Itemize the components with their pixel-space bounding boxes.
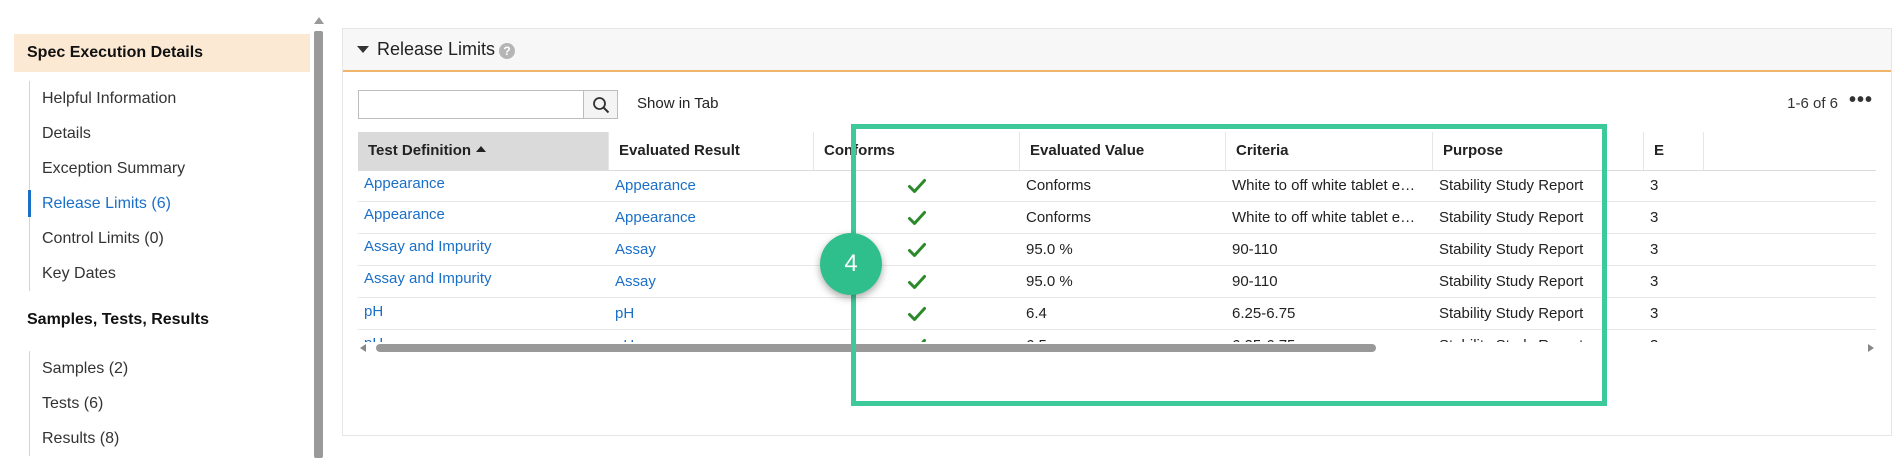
sidebar-item-control-limits[interactable]: Control Limits (0) bbox=[30, 221, 185, 256]
sidebar-scrollbar[interactable] bbox=[312, 17, 324, 458]
cell-evaluated-value: Conforms bbox=[1026, 209, 1092, 226]
cell-conforms bbox=[814, 202, 1020, 234]
cell-evaluated-result[interactable]: pH bbox=[609, 298, 814, 330]
cell-evaluated-value: 6.5 bbox=[1020, 330, 1226, 342]
cell-e: 3 bbox=[1650, 273, 1659, 290]
cell-evaluated-result[interactable]: Assay bbox=[609, 266, 814, 298]
cell-purpose: Stability Study Report bbox=[1439, 241, 1584, 258]
horizontal-scroll-thumb[interactable] bbox=[376, 344, 1376, 352]
table-row[interactable]: pHpH 6.56.25-6.75 Stability Study Report3 bbox=[358, 330, 1876, 342]
cell-conforms bbox=[814, 330, 1020, 342]
cell-e: 3 bbox=[1650, 177, 1659, 194]
help-icon[interactable]: ? bbox=[499, 43, 515, 59]
table-row[interactable]: Assay and Impurity Assay 95.0 % 90-110 Stabi… bbox=[358, 266, 1876, 298]
step-badge: 4 bbox=[820, 233, 882, 295]
column-header-evaluated-result[interactable]: Evaluated Result bbox=[609, 132, 814, 170]
cell-test-definition[interactable]: Assay and Impurity bbox=[358, 263, 609, 295]
pagination-label: 1-6 of 6 bbox=[1787, 95, 1838, 112]
cell-test-definition[interactable]: pH bbox=[358, 296, 609, 328]
panel-header: Release Limits ? bbox=[343, 29, 1891, 72]
check-icon bbox=[908, 241, 926, 258]
column-header-evaluated-value[interactable]: Evaluated Value bbox=[1020, 132, 1226, 170]
caret-down-icon[interactable] bbox=[357, 46, 369, 53]
cell-criteria: 90-110 bbox=[1232, 241, 1278, 258]
cell-evaluated-result[interactable]: Appearance bbox=[609, 170, 814, 202]
cell-test-definition[interactable]: Appearance bbox=[358, 168, 609, 200]
sidebar: Spec Execution Details Helpful Informati… bbox=[0, 0, 330, 458]
cell-e: 3 bbox=[1650, 209, 1659, 226]
cell-purpose: Stability Study Report bbox=[1433, 330, 1644, 342]
cell-evaluated-value: Conforms bbox=[1026, 177, 1092, 194]
horizontal-scrollbar[interactable] bbox=[358, 342, 1876, 354]
column-header-criteria[interactable]: Criteria bbox=[1226, 132, 1433, 170]
cell-e: 3 bbox=[1650, 305, 1659, 322]
sidebar-header[interactable]: Spec Execution Details bbox=[14, 34, 310, 72]
scroll-right-icon[interactable] bbox=[1868, 344, 1874, 352]
check-icon bbox=[908, 273, 926, 290]
cell-purpose: Stability Study Report bbox=[1439, 305, 1584, 322]
scroll-left-icon[interactable] bbox=[360, 344, 366, 352]
column-header-e[interactable]: E bbox=[1644, 132, 1704, 170]
show-in-tab-link[interactable]: Show in Tab bbox=[637, 95, 718, 112]
cell-e: 3 bbox=[1644, 330, 1704, 342]
cell-evaluated-value: 6.4 bbox=[1026, 305, 1047, 322]
scroll-up-icon[interactable] bbox=[314, 17, 324, 24]
cell-criteria: White to off white tablet emboss... bbox=[1232, 177, 1426, 194]
sidebar-item-samples[interactable]: Samples (2) bbox=[30, 351, 128, 386]
table-row[interactable]: Appearance Appearance Conforms White to off… bbox=[358, 170, 1876, 202]
cell-purpose: Stability Study Report bbox=[1439, 177, 1584, 194]
search-input[interactable] bbox=[358, 90, 583, 119]
sidebar-item-key-dates[interactable]: Key Dates bbox=[30, 256, 185, 291]
sidebar-item-exception-summary[interactable]: Exception Summary bbox=[30, 151, 185, 186]
cell-conforms bbox=[814, 298, 1020, 330]
cell-criteria: 6.25-6.75 bbox=[1226, 330, 1426, 342]
panel-title: Release Limits bbox=[377, 39, 496, 59]
table-row[interactable]: Appearance Appearance Conforms White to off… bbox=[358, 202, 1876, 234]
cell-criteria: White to off white tablet emboss... bbox=[1232, 209, 1426, 226]
check-icon bbox=[908, 209, 926, 226]
cell-test-definition[interactable]: pH bbox=[358, 328, 609, 342]
table-header: Test Definition Evaluated Result Conform… bbox=[358, 132, 1876, 171]
cell-evaluated-result[interactable]: pH bbox=[609, 330, 814, 342]
cell-purpose: Stability Study Report bbox=[1439, 209, 1584, 226]
sidebar-item-helpful-information[interactable]: Helpful Information bbox=[30, 81, 185, 116]
cell-e: 3 bbox=[1650, 241, 1659, 258]
more-icon[interactable]: ••• bbox=[1849, 89, 1873, 112]
sidebar-nav: Helpful Information Details Exception Su… bbox=[27, 81, 185, 291]
check-icon bbox=[908, 305, 926, 322]
sidebar-nav-2: Samples (2) Tests (6) Results (8) bbox=[29, 351, 128, 456]
cell-conforms bbox=[814, 170, 1020, 202]
cell-evaluated-result[interactable]: Assay bbox=[609, 234, 814, 266]
cell-evaluated-value: 95.0 % bbox=[1026, 273, 1073, 290]
table-row[interactable]: Assay and Impurity Assay 95.0 % 90-110 Stabi… bbox=[358, 234, 1876, 266]
sidebar-item-details[interactable]: Details bbox=[30, 116, 185, 151]
table-row[interactable]: pH pH 6.4 6.25-6.75 Stability Study Report 3 bbox=[358, 298, 1876, 330]
column-header-test-definition[interactable]: Test Definition bbox=[358, 132, 609, 170]
sidebar-item-tests[interactable]: Tests (6) bbox=[30, 386, 128, 421]
cell-criteria: 6.25-6.75 bbox=[1232, 305, 1296, 322]
cell-evaluated-value: 95.0 % bbox=[1026, 241, 1073, 258]
column-header-conforms[interactable]: Conforms bbox=[814, 132, 1020, 170]
sidebar-item-results[interactable]: Results (8) bbox=[30, 421, 128, 456]
release-limits-panel: Release Limits ? Show in Tab 1-6 of 6 ••… bbox=[342, 28, 1892, 436]
sort-ascending-icon bbox=[476, 146, 487, 153]
check-icon bbox=[908, 177, 926, 194]
scroll-thumb[interactable] bbox=[314, 31, 323, 458]
cell-criteria: 90-110 bbox=[1232, 273, 1278, 290]
search-icon bbox=[593, 97, 610, 114]
cell-test-definition[interactable]: Assay and Impurity bbox=[358, 231, 609, 263]
search-button[interactable] bbox=[583, 90, 618, 119]
sidebar-item-release-limits[interactable]: Release Limits (6) bbox=[27, 186, 185, 221]
cell-purpose: Stability Study Report bbox=[1439, 273, 1584, 290]
sidebar-section-title: Samples, Tests, Results bbox=[27, 311, 209, 328]
cell-test-definition[interactable]: Appearance bbox=[358, 199, 609, 231]
column-header-purpose[interactable]: Purpose bbox=[1433, 132, 1644, 170]
cell-evaluated-result[interactable]: Appearance bbox=[609, 202, 814, 234]
results-table: Test Definition Evaluated Result Conform… bbox=[358, 132, 1876, 342]
